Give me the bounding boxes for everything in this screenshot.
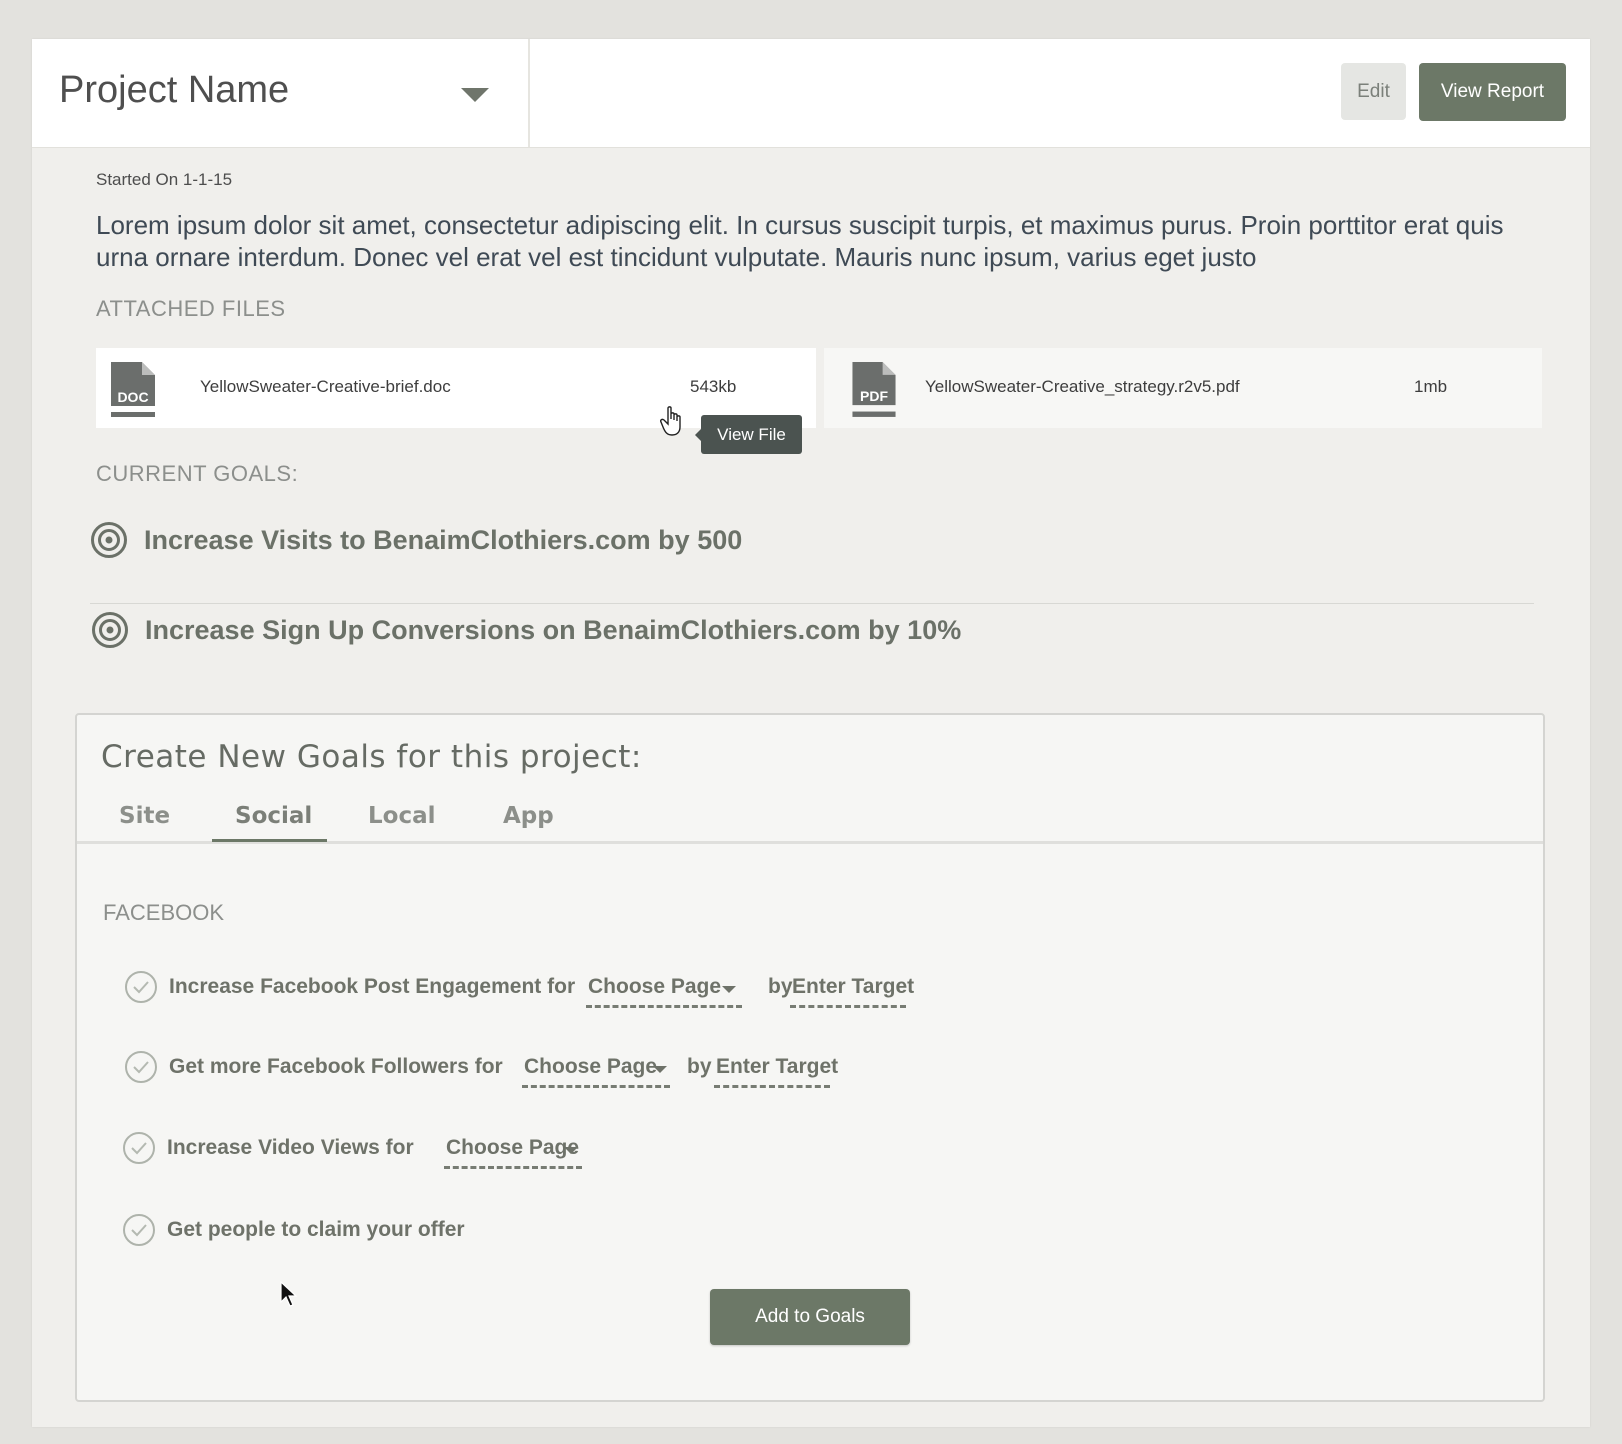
file-size: 1mb <box>1414 377 1448 396</box>
svg-text:PDF: PDF <box>860 388 888 404</box>
check-circle-icon[interactable] <box>123 1214 155 1246</box>
enter-target-input[interactable]: Enter Target <box>714 1053 838 1088</box>
view-file-tooltip: View File <box>695 415 802 454</box>
top-bar: Project Name Edit View Report <box>32 39 1590 148</box>
pdf-file-icon: PDF <box>852 362 896 417</box>
goal-text: Increase Visits to BenaimClothiers.com b… <box>144 525 743 555</box>
target-placeholder: Enter Target <box>716 1055 839 1078</box>
goal-option: Increase Facebook Post Engagement for Ch… <box>125 971 925 1011</box>
active-tab-indicator <box>212 839 327 842</box>
add-to-goals-button[interactable]: Add to Goals <box>710 1289 910 1345</box>
chevron-down-icon[interactable] <box>461 88 489 102</box>
caret-down-icon <box>653 1066 667 1073</box>
create-goals-title: Create New Goals for this project: <box>101 739 642 775</box>
tab-site[interactable]: Site <box>119 803 170 829</box>
project-panel: Project Name Edit View Report Started On… <box>32 39 1590 1427</box>
by-label: by <box>687 1055 712 1078</box>
goal-option: Get people to claim your offer <box>123 1214 723 1254</box>
tab-local[interactable]: Local <box>368 803 436 829</box>
current-goals-heading: CURRENT GOALS: <box>96 461 299 486</box>
check-circle-icon[interactable] <box>125 1051 157 1083</box>
by-label: by <box>768 975 793 998</box>
project-description: Lorem ipsum dolor sit amet, consectetur … <box>96 210 1504 272</box>
facebook-section-label: FACEBOOK <box>103 900 225 925</box>
target-icon <box>92 612 128 648</box>
dropdown-placeholder: Choose Page <box>588 975 722 998</box>
tab-app[interactable]: App <box>503 803 554 829</box>
target-placeholder: Enter Target <box>792 975 915 998</box>
caret-down-icon <box>722 986 736 993</box>
project-selector[interactable]: Project Name <box>32 39 530 147</box>
goal-option-label: Increase Facebook Post Engagement for <box>169 975 576 998</box>
goal-tabs: Site Social Local App <box>77 795 1543 844</box>
project-title: Project Name <box>59 69 290 111</box>
started-on-date: Started On 1-1-15 <box>96 170 233 189</box>
edit-button[interactable]: Edit <box>1341 63 1406 120</box>
current-goal-item[interactable]: Increase Visits to BenaimClothiers.com b… <box>90 511 1290 571</box>
check-circle-icon[interactable] <box>125 971 157 1003</box>
caret-down-icon <box>564 1147 578 1154</box>
file-name[interactable]: YellowSweater-Creative-brief.doc <box>200 377 451 397</box>
current-goal-item[interactable]: Increase Sign Up Conversions on BenaimCl… <box>90 601 1290 661</box>
file-size: 543kb <box>690 377 737 396</box>
doc-file-icon: DOC <box>111 362 155 417</box>
choose-page-dropdown[interactable]: Choose Page <box>522 1053 670 1088</box>
goal-option: Get more Facebook Followers for Choose P… <box>125 1051 925 1091</box>
choose-page-dropdown[interactable]: Choose Page <box>444 1134 582 1169</box>
view-report-button[interactable]: View Report <box>1419 63 1566 121</box>
goal-option: Increase Video Views for Choose Page <box>123 1132 723 1172</box>
dropdown-placeholder: Choose Page <box>524 1055 658 1078</box>
goal-text: Increase Sign Up Conversions on BenaimCl… <box>145 615 962 645</box>
goal-option-label: Get people to claim your offer <box>167 1218 465 1241</box>
enter-target-input[interactable]: Enter Target <box>790 973 914 1008</box>
file-card-pdf[interactable]: PDF YellowSweater-Creative_strategy.r2v5… <box>824 348 1542 428</box>
attached-files-heading: ATTACHED FILES <box>96 296 286 321</box>
target-icon <box>91 522 127 558</box>
svg-text:DOC: DOC <box>117 389 148 405</box>
goal-option-label: Increase Video Views for <box>167 1136 414 1159</box>
check-circle-icon[interactable] <box>123 1132 155 1164</box>
tab-social[interactable]: Social <box>235 803 312 829</box>
goal-option-label: Get more Facebook Followers for <box>169 1055 503 1078</box>
hand-cursor-icon <box>660 406 681 436</box>
file-name[interactable]: YellowSweater-Creative_strategy.r2v5.pdf <box>925 377 1240 397</box>
choose-page-dropdown[interactable]: Choose Page <box>586 973 742 1008</box>
dropdown-placeholder: Choose Page <box>446 1136 580 1159</box>
arrow-cursor-icon <box>280 1281 298 1307</box>
